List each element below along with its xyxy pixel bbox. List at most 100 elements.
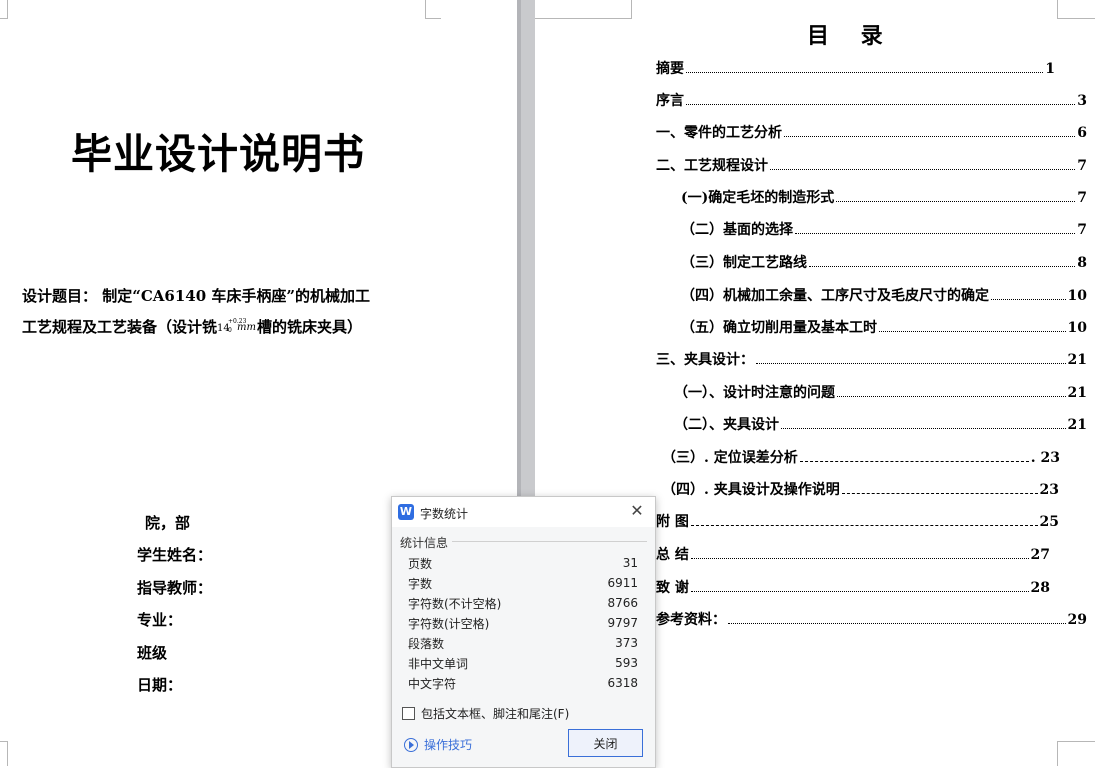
toc-entry[interactable]: 一、零件的工艺分析 6 <box>656 122 1087 142</box>
toc-entry-text: （五）确立切削用量及基本工时 <box>681 320 877 336</box>
toc-entry-page: . 23 <box>1030 450 1060 466</box>
toc-entry[interactable]: （五）确立切削用量及基本工时 10 <box>681 317 1087 337</box>
toc-leader <box>690 525 1038 526</box>
topic-line2-before: 工艺规程及工艺装备（设计铣 <box>22 318 218 336</box>
toc-entry-text: 摘要 <box>656 61 684 77</box>
close-button[interactable]: 关闭 <box>568 729 643 757</box>
toc-title: 目 录 <box>807 23 895 49</box>
toc-entry[interactable]: （二）、夹具设计 21 <box>674 414 1087 434</box>
toc-leader <box>686 72 1044 73</box>
tolerance-unit: mm <box>237 322 256 333</box>
crop-mark <box>0 0 8 19</box>
toc-leader <box>686 104 1076 105</box>
toc-entry-page: 28 <box>1030 580 1050 596</box>
tips-link-label: 操作技巧 <box>424 738 473 752</box>
toc-entry-page: 6 <box>1077 125 1087 141</box>
toc-entry[interactable]: 附 图 25 <box>656 511 1059 531</box>
toc-leader <box>837 396 1066 397</box>
toc-entry-text: （四）机械加工余量、工序尺寸及毛皮尺寸的确定 <box>681 288 989 304</box>
crop-mark <box>425 0 441 19</box>
crop-mark <box>535 0 632 19</box>
toc-leader <box>836 201 1076 202</box>
toc-leader <box>781 428 1066 429</box>
stat-value: 373 <box>615 636 638 650</box>
topic-line2-after: 槽的铣床夹具） <box>257 318 363 336</box>
stat-value: 6911 <box>607 576 638 590</box>
stat-value: 593 <box>615 656 638 670</box>
stat-row-chars-no-spaces: 字符数(不计空格) 8766 <box>408 593 638 613</box>
crop-mark <box>1057 741 1095 766</box>
crop-mark <box>0 741 8 766</box>
toc-entry-text: （三）. 定位误差分析 <box>662 450 798 466</box>
toc-leader <box>879 331 1066 332</box>
section-divider <box>452 541 647 542</box>
include-textboxes-option[interactable]: 包括文本框、脚注和尾注(F) <box>402 705 569 722</box>
toc-entry[interactable]: （三）制定工艺路线 8 <box>681 252 1087 272</box>
toc-entry[interactable]: （三）. 定位误差分析 . 23 <box>662 447 1060 467</box>
stat-label: 页数 <box>408 556 433 571</box>
toc-entry-page: 10 <box>1067 320 1087 336</box>
stat-value: 8766 <box>607 596 638 610</box>
toc-entry[interactable]: （一）、设计时注意的问题 21 <box>674 382 1087 402</box>
toc-entry-text: （二）、夹具设计 <box>674 417 779 433</box>
stats-section-header: 统计信息 <box>400 536 449 550</box>
close-icon[interactable]: ✕ <box>627 501 647 521</box>
toc-entry[interactable]: （四）. 夹具设计及操作说明 23 <box>662 479 1059 499</box>
toc-entry-page: 21 <box>1067 385 1087 401</box>
toc-entry-page: 21 <box>1067 417 1087 433</box>
toc-entry[interactable]: 致 谢 28 <box>656 577 1050 597</box>
dialog-titlebar[interactable]: W 字数统计 ✕ <box>392 497 655 527</box>
toc-entry[interactable]: 三、夹具设计： 21 <box>656 349 1087 369</box>
toc-entry[interactable]: 摘要 1 <box>656 58 1055 78</box>
tolerance-notation: 14 +0.23 0 mm <box>217 318 257 335</box>
toc-entry-text: （四）. 夹具设计及操作说明 <box>662 482 840 498</box>
stat-row-paragraphs: 段落数 373 <box>408 633 638 653</box>
toc-entry-text: （二）基面的选择 <box>681 222 793 238</box>
tips-link[interactable]: 操作技巧 <box>404 736 472 753</box>
toc-entry[interactable]: 总 结 27 <box>656 544 1050 564</box>
toc-leader <box>799 461 1029 462</box>
toc-entry[interactable]: (一)确定毛坯的制造形式 7 <box>681 187 1087 207</box>
toc-entry-page: 10 <box>1067 288 1087 304</box>
stat-label: 字符数(不计空格) <box>408 596 502 611</box>
dialog-title: 字数统计 <box>420 507 469 521</box>
toc-entry[interactable]: （四）机械加工余量、工序尺寸及毛皮尺寸的确定 10 <box>681 285 1087 305</box>
stat-label: 中文字符 <box>408 676 457 691</box>
toc-entry-page: 29 <box>1067 612 1087 628</box>
toc-leader <box>756 363 1066 364</box>
toc-entry-text: 附 图 <box>656 514 689 530</box>
design-topic-line2: 工艺规程及工艺装备（设计铣 14 +0.23 0 mm 槽的铣床夹具） <box>22 316 362 337</box>
date-label: 日期： <box>137 676 183 694</box>
toc-entry-page: 3 <box>1077 93 1087 109</box>
toc-leader <box>784 136 1076 137</box>
toc-entry-page: 25 <box>1039 514 1059 530</box>
toc-entry-page: 1 <box>1045 61 1055 77</box>
stat-row-pages: 页数 31 <box>408 553 638 573</box>
include-textboxes-checkbox[interactable] <box>402 707 415 720</box>
advisor-label: 指导教师： <box>137 579 213 597</box>
toc-leader <box>690 591 1029 592</box>
toc-entry-text: (一)确定毛坯的制造形式 <box>681 190 835 206</box>
toc-leader <box>770 169 1076 170</box>
toc-entry-page: 23 <box>1039 482 1059 498</box>
toc-entry[interactable]: 序言 3 <box>656 90 1087 110</box>
toc-entry-page: 7 <box>1077 190 1087 206</box>
stats-list: 页数 31 字数 6911 字符数(不计空格) 8766 字符数(计空格) 9797 段… <box>408 553 638 693</box>
stat-row-chars-with-spaces: 字符数(计空格) 9797 <box>408 613 638 633</box>
toc-entry-text: 致 谢 <box>656 580 689 596</box>
toc-entry[interactable]: 参考资料： 29 <box>656 609 1087 629</box>
toc-entry-text: 参考资料： <box>656 612 726 628</box>
include-textboxes-label: 包括文本框、脚注和尾注(F) <box>421 707 570 721</box>
toc-entry-text: 总 结 <box>656 547 689 563</box>
toc-leader <box>991 299 1066 300</box>
toc-entry-page: 8 <box>1077 255 1087 271</box>
stat-row-words: 字数 6911 <box>408 573 638 593</box>
toc-entry-text: 一、零件的工艺分析 <box>656 125 782 141</box>
play-circle-icon <box>404 737 418 752</box>
toc-entry[interactable]: （二）基面的选择 7 <box>681 219 1087 239</box>
stat-label: 非中文单词 <box>408 656 469 671</box>
toc-entry[interactable]: 二、工艺规程设计 7 <box>656 155 1087 175</box>
toc-entry-text: 三、夹具设计： <box>656 352 754 368</box>
stat-row-chinese-chars: 中文字符 6318 <box>408 673 638 693</box>
tolerance-lower: 0 <box>228 327 232 334</box>
